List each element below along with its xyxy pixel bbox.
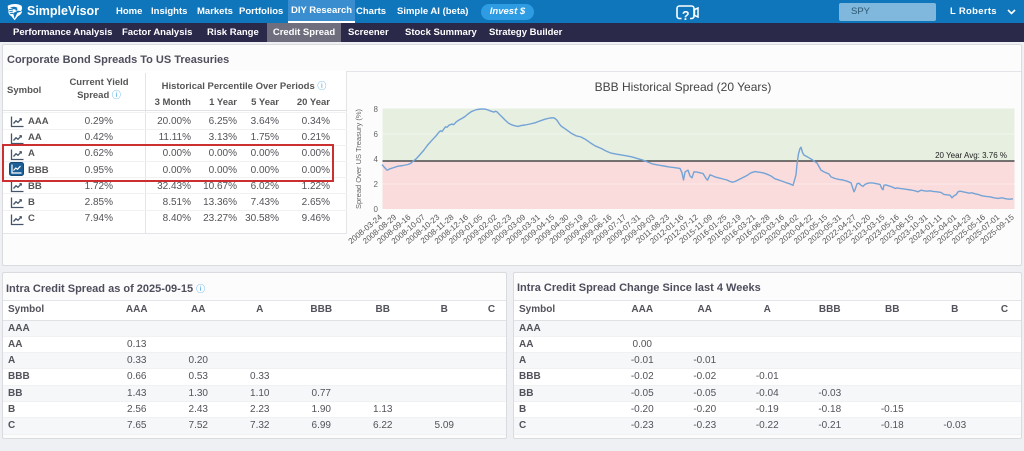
svg-text:6: 6: [374, 130, 379, 139]
svg-text:20 Year Avg: 3.76 %: 20 Year Avg: 3.76 %: [935, 151, 1007, 160]
svg-text:4: 4: [374, 155, 379, 164]
svg-text:Spread Over US Treasury (%): Spread Over US Treasury (%): [354, 108, 363, 209]
svg-text:2: 2: [374, 180, 379, 189]
svg-text:BBB Historical Spread (20 Year: BBB Historical Spread (20 Years): [595, 80, 772, 94]
svg-text:?: ?: [682, 9, 690, 21]
svg-text:8: 8: [374, 105, 379, 114]
